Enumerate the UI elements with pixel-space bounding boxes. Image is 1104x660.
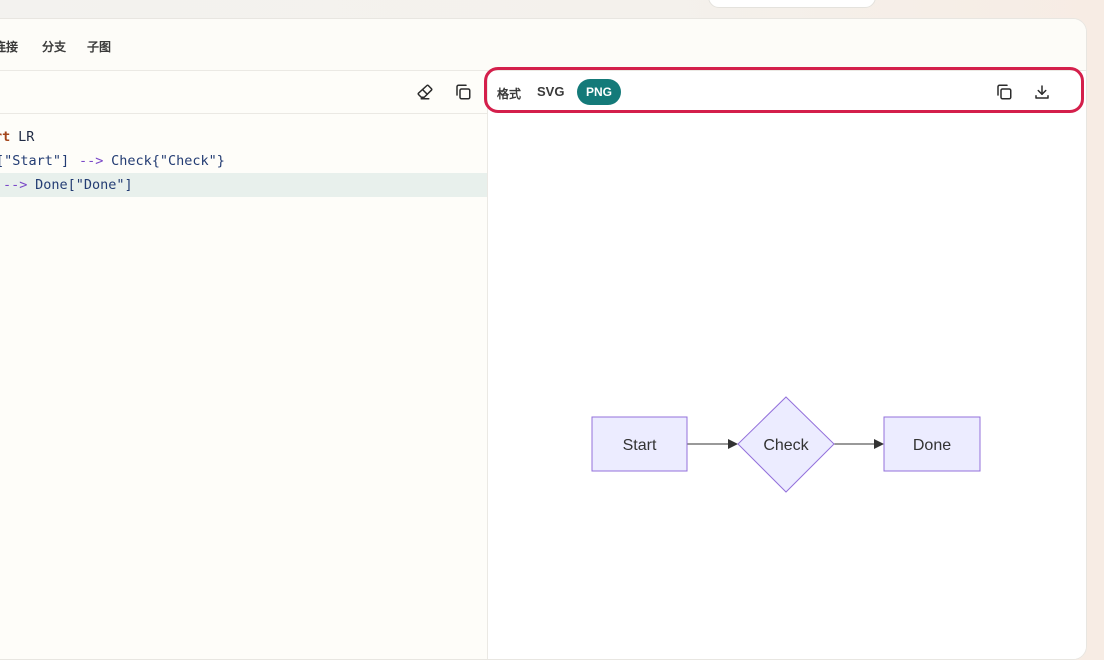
node-check-label: Check (763, 437, 809, 454)
node-start-label: Start (623, 437, 657, 454)
flowchart-diagram: Start Check Done (591, 396, 981, 493)
node-done-label: Done (913, 437, 951, 454)
node-start: Start (591, 416, 688, 472)
node-check: Check (737, 396, 835, 493)
node-done: Done (883, 416, 981, 472)
